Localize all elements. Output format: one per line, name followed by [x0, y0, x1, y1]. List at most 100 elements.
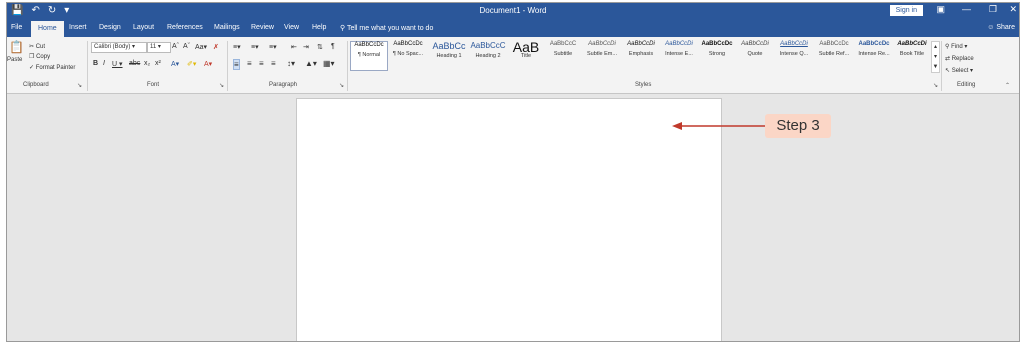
- word-window: 💾 ↶ ↻ ▾ Document1 - Word Sign in ▣ — ❐ ✕…: [6, 2, 1020, 342]
- minimize-icon[interactable]: —: [962, 4, 971, 14]
- tab-design[interactable]: Design: [99, 24, 121, 31]
- tab-mailings[interactable]: Mailings: [214, 24, 240, 31]
- decrease-indent-icon[interactable]: ⇤: [291, 43, 297, 51]
- font-color-icon[interactable]: A▾: [204, 60, 212, 68]
- style-heading-1[interactable]: AaBbCc Heading 1: [430, 41, 468, 59]
- search-icon: ⚲: [340, 25, 346, 32]
- ribbon-display-options-icon[interactable]: ▣: [936, 4, 945, 15]
- tab-home[interactable]: Home: [31, 21, 64, 37]
- tab-file[interactable]: File: [11, 24, 22, 31]
- change-case-icon[interactable]: Aa▾: [195, 43, 207, 51]
- tab-help[interactable]: Help: [312, 24, 326, 31]
- scissors-icon: ✂: [29, 44, 35, 50]
- italic-icon[interactable]: I: [103, 60, 105, 67]
- style-intense-emphasis[interactable]: AaBbCcDi Intense E...: [661, 41, 697, 57]
- line-spacing-icon[interactable]: ↕▾: [287, 59, 295, 68]
- style-subtitle[interactable]: AaBbCcC Subtitle: [545, 41, 581, 57]
- style-book-title[interactable]: AaBbCcDi Book Title: [895, 41, 929, 57]
- clipboard-launcher-icon[interactable]: ↘: [77, 82, 82, 89]
- group-divider: [227, 41, 228, 91]
- collapse-ribbon-icon[interactable]: ⌃: [1005, 82, 1010, 89]
- restore-icon[interactable]: ❐: [989, 4, 997, 15]
- styles-group-label: Styles: [635, 82, 652, 88]
- cut-button[interactable]: ✂ Cut: [29, 43, 45, 50]
- superscript-icon[interactable]: x²: [155, 60, 161, 67]
- font-group-label: Font: [147, 82, 160, 88]
- editing-group-label: Editing: [957, 82, 976, 88]
- tab-references[interactable]: References: [167, 24, 203, 31]
- group-divider: [347, 41, 348, 91]
- font-launcher-icon[interactable]: ↘: [219, 82, 224, 89]
- show-hide-icon[interactable]: ¶: [331, 43, 335, 50]
- sort-icon[interactable]: ⇅: [317, 43, 323, 51]
- paragraph-launcher-icon[interactable]: ↘: [339, 82, 344, 89]
- ribbon-tabs: File Home Insert Design Layout Reference…: [7, 19, 1019, 37]
- tab-view[interactable]: View: [284, 24, 299, 31]
- tab-review[interactable]: Review: [251, 24, 274, 31]
- highlight-icon[interactable]: ✐▾: [187, 60, 196, 68]
- shrink-font-icon[interactable]: Aˇ: [183, 43, 190, 50]
- tell-me-search[interactable]: ⚲ Tell me what you want to do: [340, 24, 433, 32]
- numbering-icon[interactable]: ≡▾: [251, 43, 259, 51]
- find-icon: ⚲: [945, 44, 950, 50]
- style-intense-quote[interactable]: AaBbCcDi Intense Q...: [775, 41, 813, 57]
- tab-layout[interactable]: Layout: [133, 24, 154, 31]
- styles-launcher-icon[interactable]: ↘: [933, 82, 938, 89]
- close-icon[interactable]: ✕: [1009, 4, 1017, 15]
- text-effects-icon[interactable]: A▾: [171, 60, 179, 68]
- multilevel-list-icon[interactable]: ≡▾: [269, 43, 277, 51]
- document-area[interactable]: [7, 94, 1019, 341]
- strikethrough-icon[interactable]: abc: [129, 60, 140, 67]
- paste-button[interactable]: Paste: [7, 57, 22, 63]
- subscript-icon[interactable]: x₂: [144, 60, 150, 67]
- copy-button[interactable]: ❐ Copy: [29, 53, 50, 60]
- styles-gallery-scroll[interactable]: ▴ ▾ ▼: [931, 41, 940, 73]
- annotation-arrow: [672, 122, 768, 130]
- sign-in-button[interactable]: Sign in: [889, 5, 923, 16]
- replace-icon: ⇄: [945, 56, 951, 62]
- paste-icon[interactable]: 📋: [9, 40, 24, 54]
- group-divider: [941, 41, 942, 91]
- style-intense-reference[interactable]: AaBbCcDc Intense Re...: [855, 41, 893, 57]
- style-strong[interactable]: AaBbCcDc Strong: [699, 41, 735, 57]
- style-heading-2[interactable]: AaBbCcC Heading 2: [469, 41, 507, 59]
- share-button[interactable]: ☺ Share: [987, 24, 1015, 31]
- shading-icon[interactable]: ▲▾: [305, 59, 317, 68]
- borders-icon[interactable]: ▦▾: [323, 59, 335, 68]
- bullets-icon[interactable]: ≡▾: [233, 43, 241, 51]
- style-quote[interactable]: AaBbCcDi Quote: [737, 41, 773, 57]
- font-name-select[interactable]: Calibri (Body) ▾: [91, 42, 147, 53]
- font-size-select[interactable]: 11 ▾: [147, 42, 171, 53]
- find-button[interactable]: ⚲ Find ▾: [945, 43, 967, 50]
- align-right-icon[interactable]: ≡: [259, 59, 264, 68]
- clear-formatting-icon[interactable]: ✗: [213, 43, 219, 51]
- person-icon: ☺: [987, 24, 995, 31]
- format-painter-button[interactable]: ✓ Format Painter: [29, 64, 75, 71]
- increase-indent-icon[interactable]: ⇥: [303, 43, 309, 51]
- align-left-icon[interactable]: ≡: [233, 59, 240, 70]
- ribbon-home: 📋 Paste ✂ Cut ❐ Copy ✓ Format Painter Cl…: [7, 37, 1019, 94]
- grow-font-icon[interactable]: Aˆ: [172, 43, 179, 50]
- bold-icon[interactable]: B: [93, 60, 98, 67]
- style-emphasis[interactable]: AaBbCcDi Emphasis: [623, 41, 659, 57]
- group-divider: [87, 41, 88, 91]
- title-bar: 💾 ↶ ↻ ▾ Document1 - Word Sign in ▣ — ❐ ✕: [7, 3, 1019, 19]
- style-no-spacing[interactable]: AaBbCcDc ¶ No Spac...: [388, 41, 428, 57]
- document-page[interactable]: [296, 98, 722, 341]
- step-callout: Step 3: [765, 114, 831, 138]
- align-center-icon[interactable]: ≡: [247, 59, 252, 68]
- replace-button[interactable]: ⇄ Replace: [945, 55, 974, 62]
- clipboard-group-label: Clipboard: [23, 82, 49, 88]
- copy-icon: ❐: [29, 54, 35, 60]
- tab-insert[interactable]: Insert: [69, 24, 87, 31]
- style-title[interactable]: AaB Title: [509, 40, 543, 59]
- document-title: Document1 - Word: [479, 6, 547, 15]
- style-normal[interactable]: AaBbCcDc ¶ Normal: [350, 41, 388, 71]
- cursor-icon: ↖: [945, 68, 951, 74]
- style-subtle-emphasis[interactable]: AaBbCcDi Subtle Em...: [583, 41, 621, 57]
- brush-icon: ✓: [29, 65, 35, 71]
- justify-icon[interactable]: ≡: [271, 59, 276, 68]
- select-button[interactable]: ↖ Select ▾: [945, 67, 973, 74]
- underline-icon[interactable]: U ▾: [112, 60, 123, 68]
- style-subtle-reference[interactable]: AaBbCcDc Subtle Ref...: [815, 41, 853, 57]
